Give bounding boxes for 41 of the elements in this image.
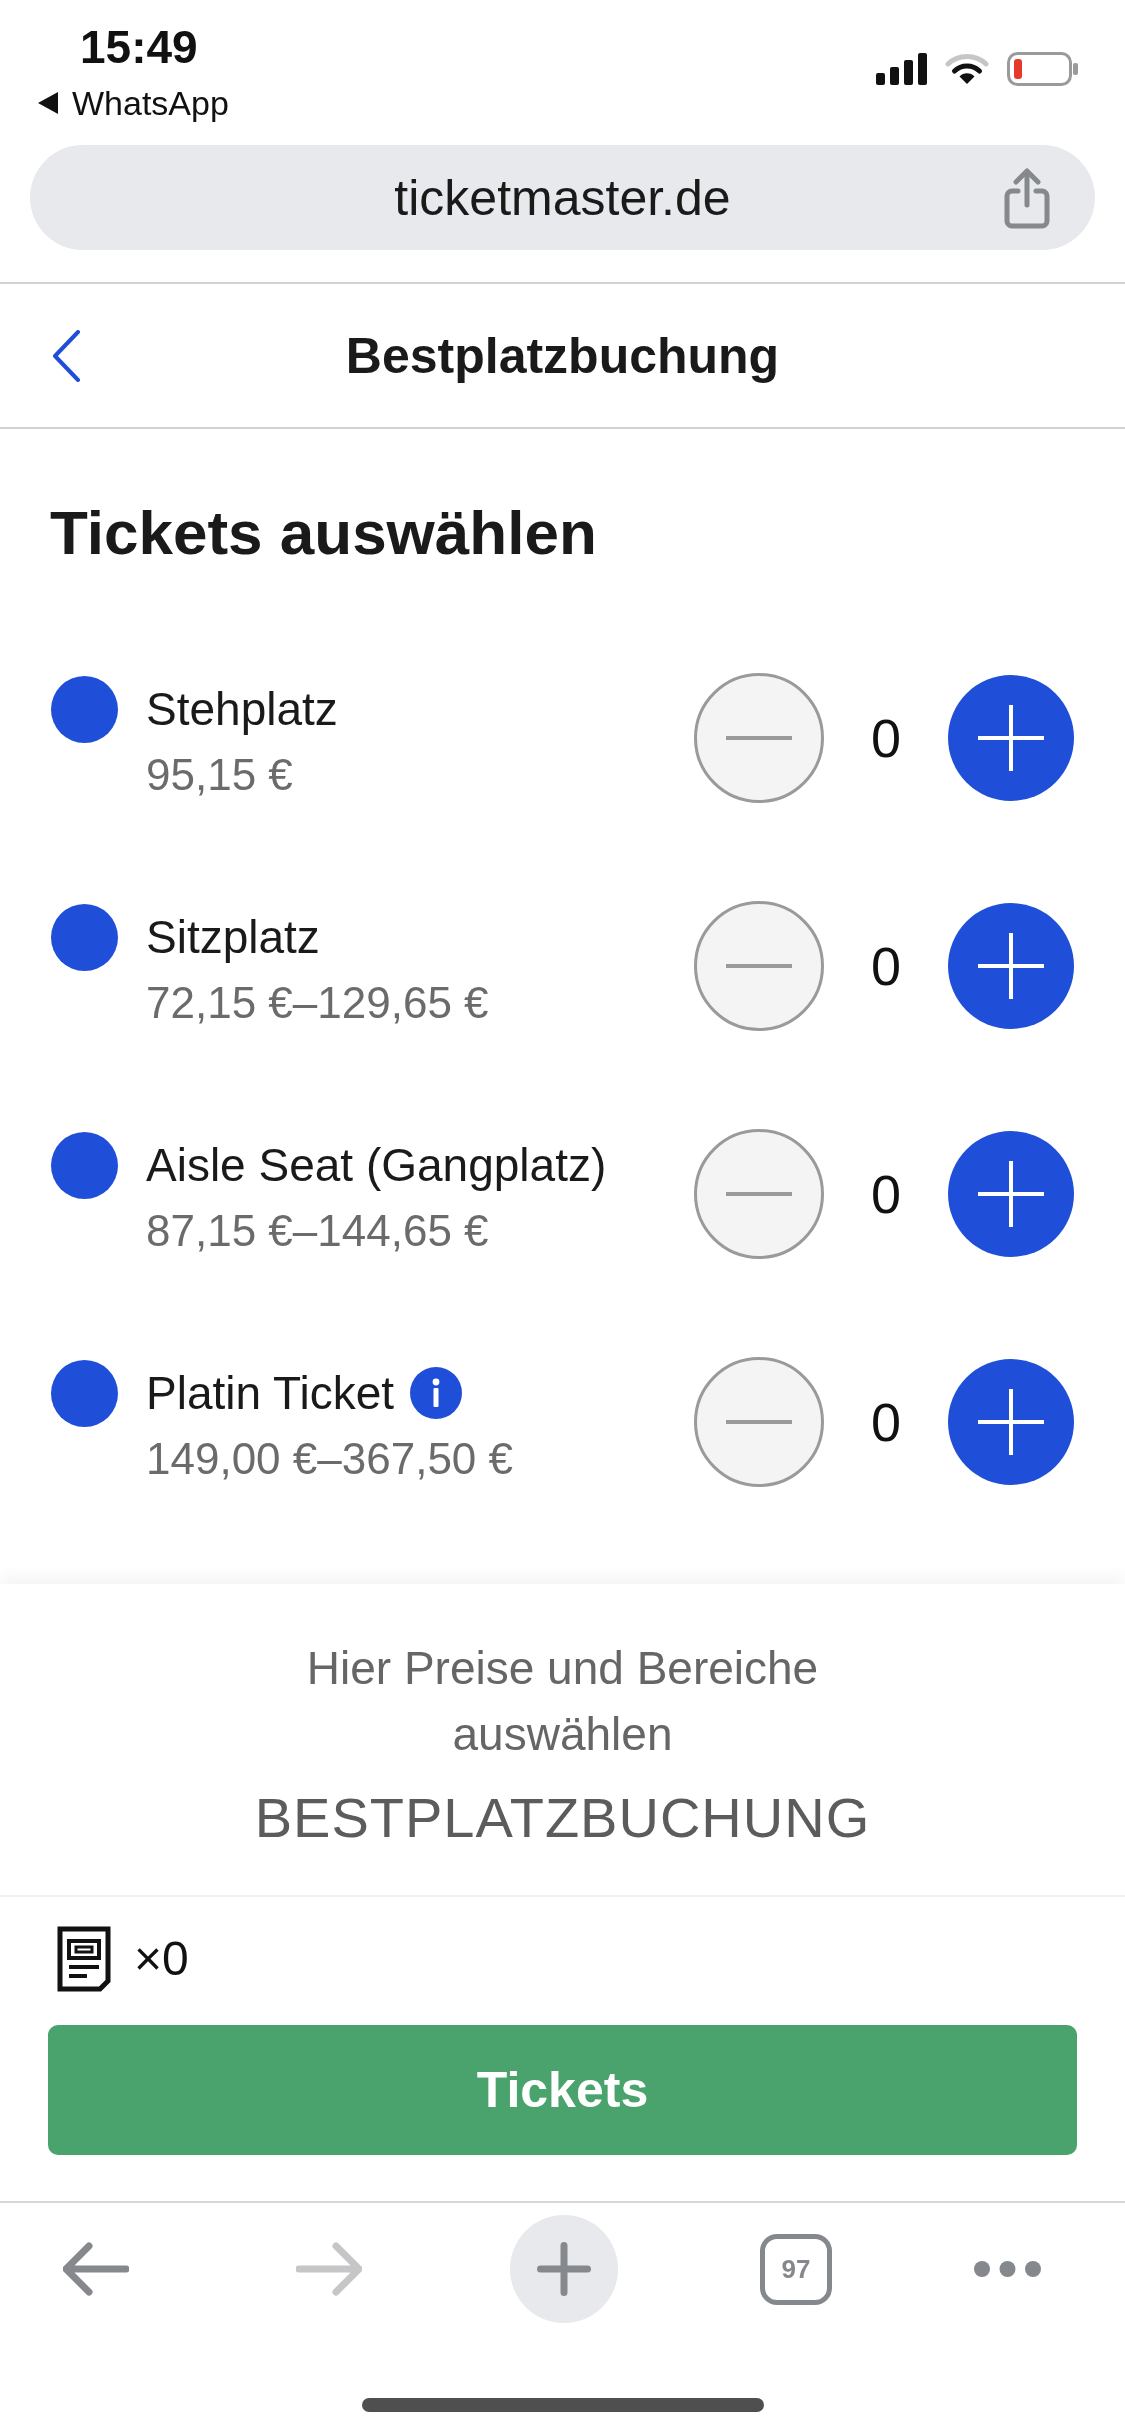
more-icon[interactable] [974, 2261, 1041, 2277]
plus-icon [978, 705, 1044, 771]
ticket-name: Aisle Seat (Gangplatz) [146, 1139, 607, 1191]
ticket-price: 95,15 € [146, 748, 294, 801]
tabs-button[interactable]: 97 [760, 2233, 832, 2305]
plus-icon [978, 1161, 1044, 1227]
plus-icon [978, 933, 1044, 999]
minus-icon [726, 964, 792, 968]
summary-title: BESTPLATZBUCHUNG [254, 1785, 871, 1851]
ticket-price: 72,15 €–129,65 € [146, 976, 489, 1029]
quantity-value: 0 [870, 1392, 901, 1452]
summary-hint: Hier Preise und Bereiche auswählen [305, 1641, 820, 1762]
ticket-price: 149,00 €–367,50 € [146, 1432, 514, 1485]
back-triangle-icon[interactable] [38, 92, 58, 114]
plus-icon [537, 2242, 591, 2296]
back-app-link[interactable]: WhatsApp [72, 83, 229, 123]
receipt-icon [57, 1926, 111, 1992]
ticket-price: 87,15 €–144,65 € [146, 1204, 490, 1257]
minus-icon [726, 736, 792, 740]
quantity-value: 0 [870, 708, 901, 768]
ticket-count: ×0 [134, 1931, 189, 1987]
share-icon[interactable] [1003, 166, 1051, 229]
page-title: Bestplatzbuchung [345, 326, 780, 385]
battery-icon [1007, 52, 1079, 86]
minus-icon [726, 1420, 792, 1424]
ticket-name: Stehplatz [146, 683, 338, 735]
plus-icon [978, 1389, 1044, 1455]
info-icon[interactable] [410, 1367, 462, 1419]
back-arrow-icon[interactable] [63, 2242, 129, 2296]
signal-icon [876, 53, 927, 85]
wifi-icon [945, 53, 989, 85]
quantity-value: 0 [870, 1164, 901, 1224]
address-bar[interactable]: ticketmaster.de [30, 145, 1095, 250]
back-chevron-icon[interactable] [52, 329, 80, 382]
minus-icon [726, 1192, 792, 1196]
quantity-value: 0 [870, 936, 901, 996]
url-text: ticketmaster.de [394, 168, 731, 227]
section-title: Tickets auswählen [50, 498, 597, 568]
status-time: 15:49 [80, 20, 199, 74]
ticket-name: Sitzplatz [146, 911, 320, 963]
ticket-name: Platin Ticket [146, 1367, 394, 1419]
